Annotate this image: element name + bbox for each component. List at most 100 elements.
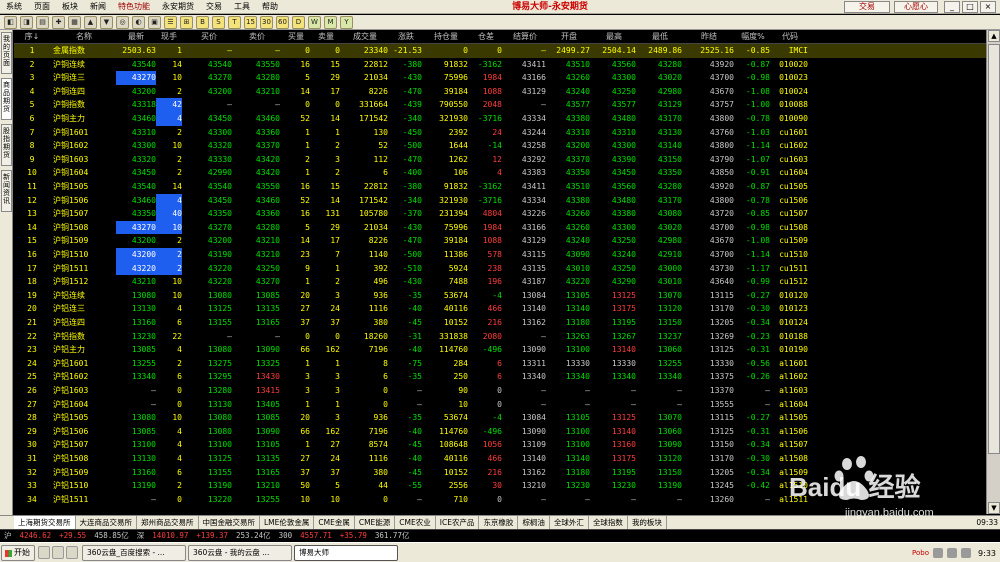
close-button[interactable]: ×	[980, 1, 996, 13]
table-row[interactable]: 7 沪铜1601 43310 2 43300 43360 1 1 130 -450 2392 24 43…	[14, 126, 986, 140]
column-header[interactable]: 开盘	[548, 30, 590, 43]
exchange-tab[interactable]: 郑州商品交易所	[137, 516, 199, 529]
scroll-up-icon[interactable]: ▲	[988, 30, 1000, 42]
exchange-tab[interactable]: 上海期货交易所	[14, 516, 76, 529]
table-row[interactable]: 18 沪铜1512 43210 10 43220 43270 1 2 496 -430 7488 19…	[14, 275, 986, 289]
column-header[interactable]: 最新	[116, 30, 156, 43]
table-row[interactable]: 31 沪铝1508 13130 4 13125 13135 27 24 1116 -40 40116…	[14, 452, 986, 466]
menu-item[interactable]: 交易	[200, 0, 228, 14]
table-row[interactable]: 32 沪铝1509 13160 6 13155 13165 37 37 380 -45 10152 2…	[14, 466, 986, 480]
toolbar-button[interactable]: W	[308, 16, 321, 29]
table-row[interactable]: 11 沪铜1505 43540 14 43540 43550 16 15 22812 -380 91…	[14, 180, 986, 194]
vertical-scrollbar[interactable]: ▲ ▼	[986, 30, 1000, 514]
column-header[interactable]: 结算价	[504, 30, 546, 43]
table-row[interactable]: 34 沪铝1511 — 0 13220 13255 10 10 0 — 710 0 — — — — 13260 —…	[14, 493, 986, 507]
column-header[interactable]: 买量	[282, 30, 310, 43]
maximize-button[interactable]: □	[962, 1, 978, 13]
table-row[interactable]: 3 沪铜连三 43270 10 43270 43280 5 29 21034 -430 75996 1…	[14, 71, 986, 85]
table-row[interactable]: 2 沪铜连续 43540 14 43540 43550 16 15 22812 -380 91832…	[14, 58, 986, 72]
toolbar-button[interactable]: M	[324, 16, 337, 29]
toolbar-button[interactable]: ☰	[164, 16, 177, 29]
toolbar-button[interactable]: ▲	[84, 16, 97, 29]
column-header[interactable]: 仓差	[470, 30, 502, 43]
exchange-tab[interactable]: CME能源	[355, 516, 396, 529]
network-icon[interactable]	[933, 548, 944, 558]
table-row[interactable]: 1 金属指数 2503.63 1 — — 0 0 23340 -21.53 0 0 — 2499.27 25…	[14, 44, 986, 58]
taskbar-task[interactable]: 博易大师	[294, 545, 398, 561]
toolbar-button[interactable]: T	[228, 16, 241, 29]
exchange-tab[interactable]: 东京橡胶	[479, 516, 519, 529]
exchange-tab[interactable]: 全球指数	[589, 516, 628, 529]
table-row[interactable]: 15 沪铜1509 43200 2 43200 43210 14 17 8226 -470 3918…	[14, 234, 986, 248]
table-row[interactable]: 23 沪铝主力 13085 4 13080 13090 66 162 7196 -40 114760…	[14, 343, 986, 357]
table-row[interactable]: 20 沪铝连三 13130 4 13125 13135 27 24 1116 -40 40116 46…	[14, 302, 986, 316]
column-header[interactable]: 买价	[186, 30, 232, 43]
table-row[interactable]: 5 沪铜指数 43318 42 — — 0 0 331664 -439 790550 2048 — 435…	[14, 98, 986, 112]
exchange-tab[interactable]: ICE农产品	[436, 516, 480, 529]
start-button[interactable]: 开始	[1, 545, 35, 561]
table-row[interactable]: 17 沪铜1511 43220 2 43220 43250 9 1 392 -510 5924 238…	[14, 261, 986, 276]
column-header[interactable]: 昨结	[684, 30, 734, 43]
exchange-tab[interactable]: CME农业	[395, 516, 436, 529]
table-row[interactable]: 24 沪铝1601 13255 2 13275 13325 1 1 8 -75 284 6 13311 1…	[14, 357, 986, 371]
table-row[interactable]: 29 沪铝1506 13085 4 13080 13090 66 162 7196 -40 1147…	[14, 425, 986, 439]
exchange-tab[interactable]: CME金属	[314, 516, 355, 529]
folder-icon[interactable]	[66, 546, 78, 559]
toolbar-button[interactable]: ▣	[148, 16, 161, 29]
column-header[interactable]: 最高	[592, 30, 636, 43]
exchange-tab[interactable]: 大连商品交易所	[76, 516, 137, 529]
left-tab[interactable]: 商品期货	[1, 78, 12, 120]
menu-item[interactable]: 新闻	[84, 0, 112, 14]
table-row[interactable]: 19 沪铝连续 13080 10 13080 13085 20 3 936 -35 53674 -4 1…	[14, 289, 986, 303]
left-tab[interactable]: 股指期货	[1, 124, 12, 166]
table-row[interactable]: 4 沪铜连四 43200 2 43200 43210 14 17 8226 -470 39184 10…	[14, 85, 986, 99]
menu-item[interactable]: 板块	[56, 0, 84, 14]
toolbar-button[interactable]: ▤	[36, 16, 49, 29]
taskbar-task[interactable]: 360云盘_百度搜索 - ...	[82, 545, 186, 561]
toolbar-button[interactable]: Y	[340, 16, 353, 29]
column-header[interactable]: 成交量	[342, 30, 388, 43]
table-row[interactable]: 8 沪铜1602 43300 10 43320 43370 1 2 52 -500 1644 -14 4…	[14, 139, 986, 153]
column-header[interactable]: 代码	[772, 30, 808, 43]
table-row[interactable]: 33 沪铝1510 13190 2 13190 13210 50 5 44 -55 2556 30 13…	[14, 479, 986, 493]
toolbar-button[interactable]: ▼	[100, 16, 113, 29]
table-row[interactable]: 25 沪铝1602 13340 6 13295 13430 3 3 6 -35 250 6 13340 1…	[14, 370, 986, 384]
ime-icon[interactable]	[961, 548, 972, 558]
column-header[interactable]: 幅度%	[736, 30, 770, 43]
minimize-button[interactable]: _	[944, 1, 960, 13]
column-header[interactable]: 卖价	[234, 30, 280, 43]
column-header[interactable]: 名称	[52, 30, 116, 43]
volume-icon[interactable]	[947, 548, 958, 558]
table-row[interactable]: 16 沪铜1510 43200 2 43190 43210 23 7 1140 -500 11386…	[14, 248, 986, 262]
left-tab[interactable]: 我的页面	[1, 32, 12, 74]
exchange-tab[interactable]: 我的板块	[628, 516, 667, 529]
menu-item[interactable]: 工具	[228, 0, 256, 14]
toolbar-button[interactable]: 15	[244, 16, 257, 29]
column-header[interactable]: 卖量	[312, 30, 340, 43]
table-row[interactable]: 9 沪铜1603 43320 2 43330 43420 2 3 112 -470 1262 12 43…	[14, 153, 986, 167]
column-header[interactable]: 序↓	[14, 30, 50, 43]
menu-item[interactable]: 系统	[0, 0, 28, 14]
menu-item[interactable]: 永安期货	[156, 0, 200, 14]
exchange-tab[interactable]: 全球外汇	[550, 516, 589, 529]
browser-icon[interactable]	[52, 546, 64, 559]
toolbar-button[interactable]: ⊞	[180, 16, 193, 29]
toolbar-button[interactable]: 60	[276, 16, 289, 29]
toolbar-button[interactable]: ✚	[52, 16, 65, 29]
table-row[interactable]: 30 沪铝1507 13100 4 13100 13105 1 27 8574 -45 108648…	[14, 438, 986, 452]
table-row[interactable]: 22 沪铝指数 13230 22 — — 0 0 18260 -31 331838 2080 — 1326…	[14, 330, 986, 344]
toolbar-button[interactable]: 30	[260, 16, 273, 29]
table-row[interactable]: 14 沪铜1508 43270 10 43270 43280 5 29 21034 -430 759…	[14, 220, 986, 235]
menu-item[interactable]: 帮助	[256, 0, 284, 14]
toolbar-button[interactable]: ◧	[4, 16, 17, 29]
exchange-tab[interactable]: LME伦敦金属	[260, 516, 315, 529]
trade-button[interactable]: 交易	[844, 1, 890, 13]
menu-item[interactable]: 特色功能	[112, 0, 156, 14]
table-row[interactable]: 10 沪铜1604 43450 2 42990 43420 1 2 6 -400 106 4 43383…	[14, 166, 986, 180]
table-row[interactable]: 26 沪铝1603 — 0 13280 13415 3 3 0 — 90 0 — — — — 13370 — al1…	[14, 384, 986, 398]
menu-item[interactable]: 页面	[28, 0, 56, 14]
table-row[interactable]: 6 沪铜主力 43460 4 43450 43460 52 14 171542 -340 32193…	[14, 112, 986, 126]
toolbar-button[interactable]: ◐	[132, 16, 145, 29]
column-header[interactable]: 现手	[156, 30, 182, 43]
column-header[interactable]: 最低	[638, 30, 682, 43]
